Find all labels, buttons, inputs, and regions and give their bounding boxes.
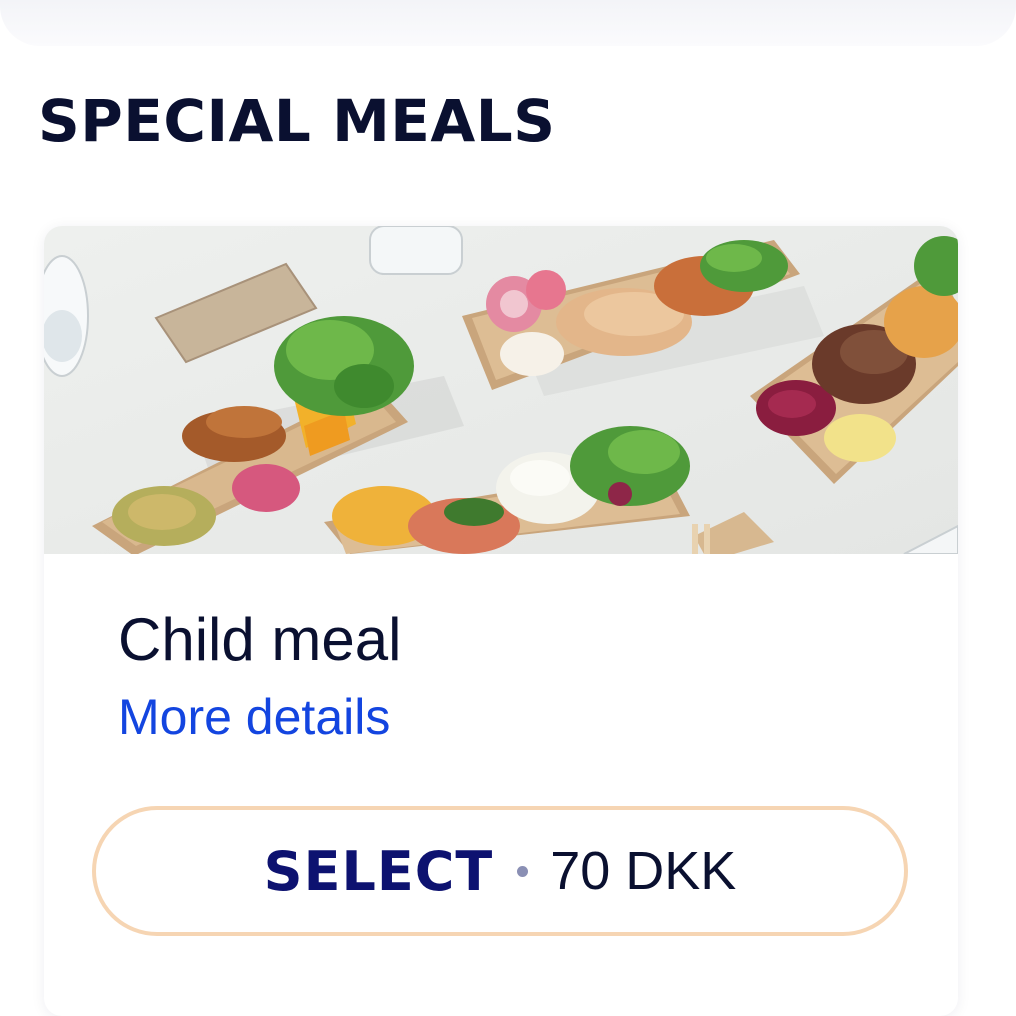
section-title: SPECIAL MEALS bbox=[38, 87, 556, 155]
meal-image bbox=[44, 226, 958, 554]
separator-dot bbox=[517, 865, 529, 877]
meal-card: Child meal More details SELECT 70 DKK bbox=[44, 226, 958, 1016]
select-meal-button[interactable]: SELECT 70 DKK bbox=[92, 806, 908, 936]
select-label: SELECT bbox=[263, 839, 494, 903]
meal-name: Child meal bbox=[118, 606, 402, 673]
more-details-link[interactable]: More details bbox=[118, 692, 390, 742]
top-panel-edge bbox=[0, 0, 1016, 46]
meal-price: 70 DKK bbox=[550, 841, 737, 901]
